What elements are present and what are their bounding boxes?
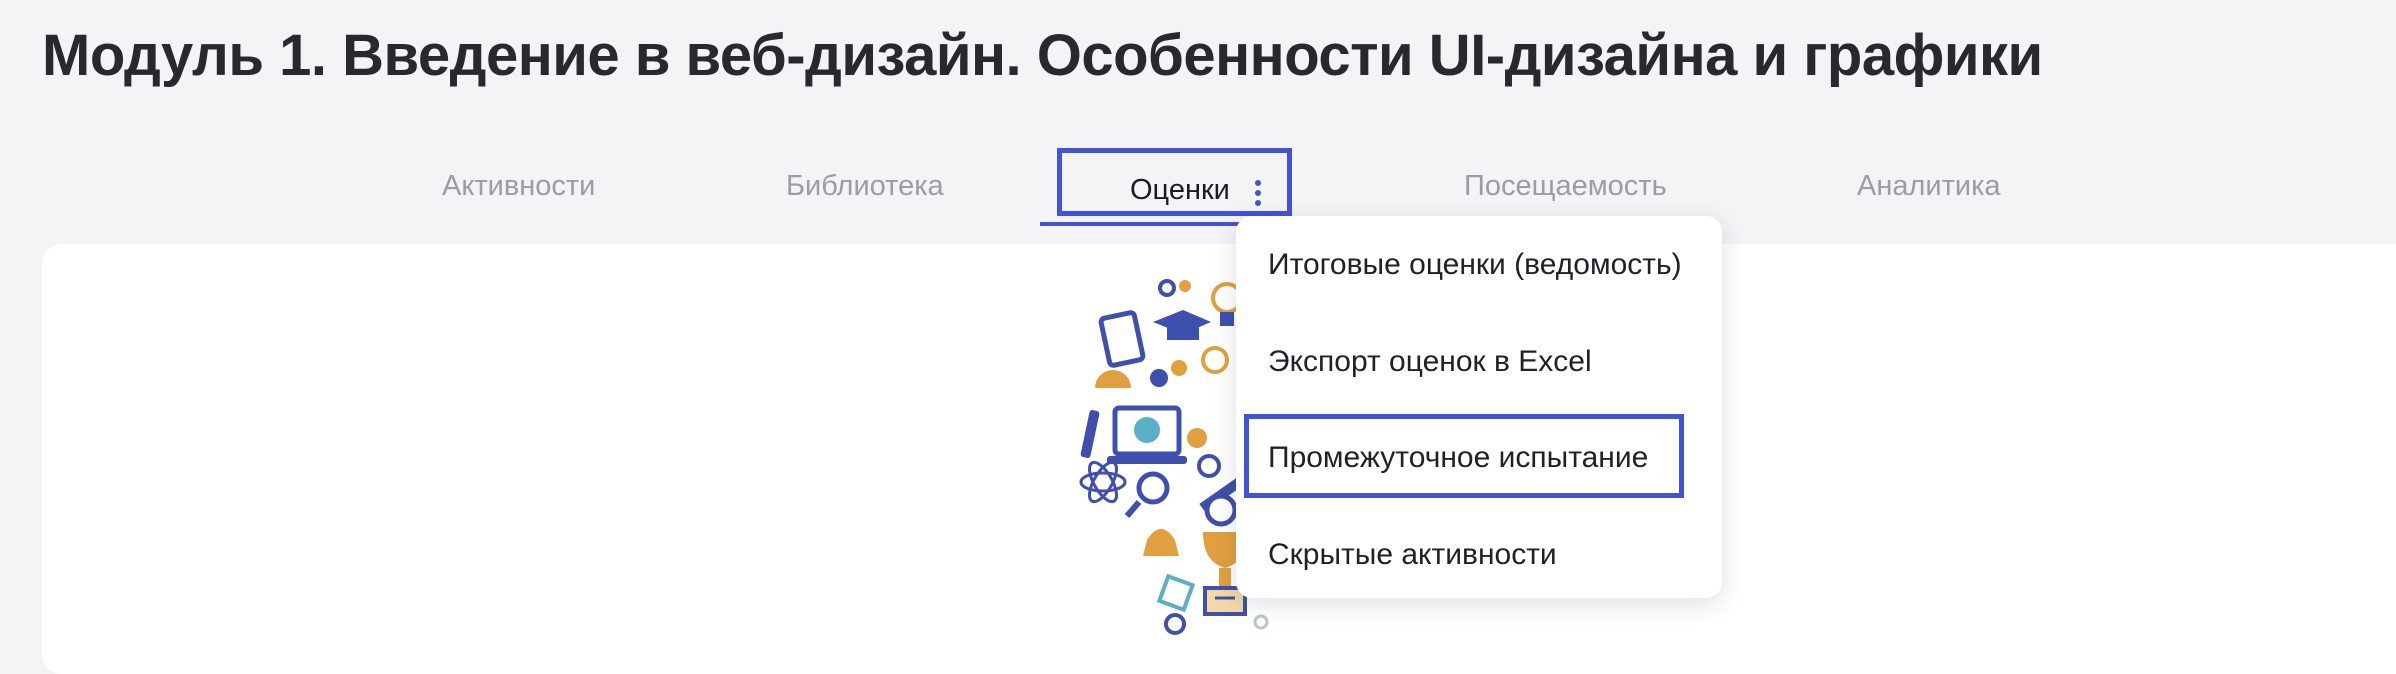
- menu-item-hidden-activities[interactable]: Скрытые активности: [1268, 538, 1557, 572]
- tab-library[interactable]: Библиотека: [786, 170, 944, 203]
- menu-item-export-excel[interactable]: Экспорт оценок в Excel: [1268, 345, 1592, 379]
- tab-analytics[interactable]: Аналитика: [1857, 170, 2001, 203]
- menu-item-final-grades[interactable]: Итоговые оценки (ведомость): [1268, 248, 1682, 282]
- tab-grades[interactable]: Оценки: [1130, 174, 1230, 207]
- kebab-menu-icon[interactable]: [1254, 180, 1262, 206]
- tab-activities[interactable]: Активности: [442, 170, 595, 203]
- menu-item-intermediate-test[interactable]: Промежуточное испытание: [1268, 441, 1648, 475]
- tab-attendance[interactable]: Посещаемость: [1464, 170, 1667, 203]
- page-title: Модуль 1. Введение в веб-дизайн. Особенн…: [42, 23, 2043, 88]
- grades-dropdown-menu: Итоговые оценки (ведомость) Экспорт оцен…: [1236, 216, 1722, 598]
